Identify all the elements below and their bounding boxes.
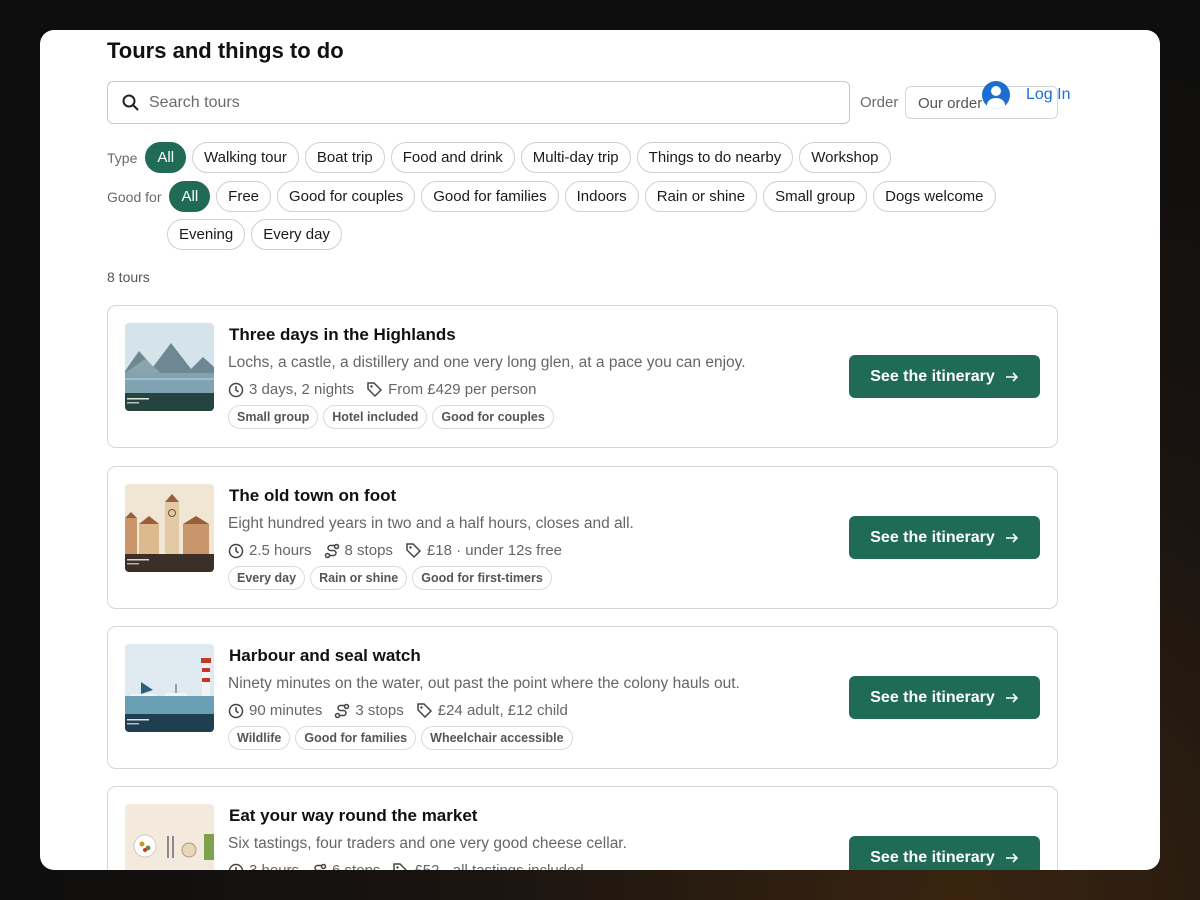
good-for-chip-small-group[interactable]: Small group [763, 181, 868, 212]
see-itinerary-label: See the itinerary [870, 528, 995, 546]
tour-tag: Wheelchair accessible [421, 726, 573, 750]
see-itinerary-button[interactable]: See the itinerary [849, 836, 1040, 870]
login-button[interactable]: Log In [982, 81, 1070, 109]
good-for-chip-families[interactable]: Good for families [421, 181, 559, 212]
search-input[interactable] [149, 93, 809, 112]
tour-card[interactable]: The old town on foot Eight hundred years… [107, 466, 1058, 609]
tour-description: Eight hundred years in two and a half ho… [228, 515, 634, 532]
route-icon [314, 863, 327, 870]
good-for-chip-every-day[interactable]: Every day [251, 219, 342, 250]
route-icon [335, 703, 350, 718]
type-chip-all[interactable]: All [145, 142, 187, 173]
tour-tags: Wildlife Good for families Wheelchair ac… [228, 726, 573, 750]
type-chip-walking-tour[interactable]: Walking tour [192, 142, 299, 173]
good-for-chip-all[interactable]: All [169, 181, 211, 212]
see-itinerary-label: See the itinerary [870, 367, 995, 385]
tour-duration: 3 days, 2 nights [249, 381, 355, 398]
arrow-right-icon [1005, 852, 1018, 863]
tour-stops: 6 stops [332, 862, 380, 870]
tour-description: Lochs, a castle, a distillery and one ve… [228, 354, 746, 371]
price-tag-icon [417, 703, 432, 719]
tour-meta: 3 hours 6 stops £52 · all tastings inclu… [228, 862, 590, 870]
tour-description: Ninety minutes on the water, out past th… [228, 675, 740, 692]
tour-stops: 3 stops [355, 702, 404, 719]
tour-card[interactable]: Harbour and seal watch Ninety minutes on… [107, 626, 1058, 769]
see-itinerary-button[interactable]: See the itinerary [849, 676, 1040, 719]
search-icon [122, 94, 139, 111]
arrow-right-icon [1005, 371, 1018, 382]
tour-tag: Hotel included [323, 405, 428, 429]
good-for-chip-indoors[interactable]: Indoors [564, 181, 639, 212]
good-for-chip-couples[interactable]: Good for couples [277, 181, 416, 212]
tour-price: £52 · all tastings included [414, 862, 583, 870]
tour-tag: Good for families [295, 726, 417, 750]
highlands-illustration [125, 323, 214, 411]
good-for-chip-free[interactable]: Free [216, 181, 271, 212]
tour-title[interactable]: The old town on foot [229, 486, 396, 506]
market-illustration [125, 804, 214, 870]
see-itinerary-label: See the itinerary [870, 848, 995, 866]
tour-title[interactable]: Eat your way round the market [229, 806, 477, 826]
type-chip-multi-day-trip[interactable]: Multi-day trip [520, 142, 631, 173]
page-title: Tours and things to do [107, 38, 344, 63]
tour-tag: Good for first-timers [412, 566, 552, 590]
see-itinerary-button[interactable]: See the itinerary [849, 355, 1040, 398]
app-window: Tours and things to do Order Our order L… [40, 30, 1160, 870]
route-icon [324, 543, 339, 558]
tour-tags: Small group Hotel included Good for coup… [228, 405, 554, 429]
tour-count: 8 tours [107, 269, 150, 285]
good-for-filter-row-2: Evening Every day [167, 219, 342, 250]
type-chip-boat-trip[interactable]: Boat trip [304, 142, 385, 173]
tour-tag: Every day [228, 566, 306, 590]
tour-description: Six tastings, four traders and one very … [228, 835, 627, 852]
tour-tags: Every day Rain or shine Good for first-t… [228, 566, 552, 590]
type-chip-workshop[interactable]: Workshop [799, 142, 891, 173]
type-chip-food-and-drink[interactable]: Food and drink [390, 142, 515, 173]
tour-price: £24 adult, £12 child [437, 702, 568, 719]
harbour-illustration [125, 644, 214, 732]
login-label: Log In [1026, 86, 1071, 103]
good-for-chip-dogs-welcome[interactable]: Dogs welcome [873, 181, 996, 212]
good-for-chip-rain-or-shine[interactable]: Rain or shine [644, 181, 758, 212]
tour-meta: 2.5 hours 8 stops £18 · under 12s free [228, 542, 568, 559]
arrow-right-icon [1005, 692, 1018, 703]
arrow-right-icon [1005, 532, 1018, 543]
see-itinerary-button[interactable]: See the itinerary [849, 516, 1040, 559]
tour-duration: 3 hours [249, 862, 299, 870]
tour-meta: 3 days, 2 nights From £429 per person [228, 381, 543, 398]
tour-price: £18 · under 12s free [426, 542, 563, 559]
tour-card[interactable]: Eat your way round the market Six tastin… [107, 786, 1058, 870]
tour-tag: Rain or shine [310, 566, 408, 590]
tour-meta: 90 minutes 3 stops £24 adult, £12 child [228, 702, 574, 719]
order-label: Order [860, 94, 899, 111]
old-town-illustration [125, 484, 214, 572]
clock-icon [228, 382, 244, 397]
price-tag-icon [406, 543, 421, 559]
tour-tag: Small group [228, 405, 319, 429]
tour-title[interactable]: Three days in the Highlands [229, 325, 456, 345]
tour-stops: 8 stops [344, 542, 393, 559]
tour-card[interactable]: Three days in the Highlands Lochs, a cas… [107, 305, 1058, 448]
search-box[interactable] [107, 81, 850, 124]
price-tag-icon [367, 382, 383, 398]
user-icon [982, 81, 1010, 109]
clock-icon [228, 543, 244, 558]
tour-price: From £429 per person [388, 381, 537, 398]
type-filter-label: Type [107, 149, 138, 166]
clock-icon [228, 863, 244, 870]
tour-tag: Wildlife [228, 726, 291, 750]
price-tag-icon [393, 863, 408, 870]
good-for-filter-row: Good for All Free Good for couples Good … [107, 181, 996, 212]
clock-icon [228, 703, 244, 718]
good-for-filter-label: Good for [107, 188, 162, 205]
good-for-chip-evening[interactable]: Evening [167, 219, 246, 250]
tour-title[interactable]: Harbour and seal watch [229, 646, 421, 666]
tour-tag: Good for couples [432, 405, 554, 429]
tour-duration: 2.5 hours [249, 542, 312, 559]
tour-duration: 90 minutes [249, 702, 323, 719]
see-itinerary-label: See the itinerary [870, 688, 995, 706]
type-chip-things-nearby[interactable]: Things to do nearby [636, 142, 794, 173]
type-filter-row: Type All Walking tour Boat trip Food and… [107, 142, 891, 173]
